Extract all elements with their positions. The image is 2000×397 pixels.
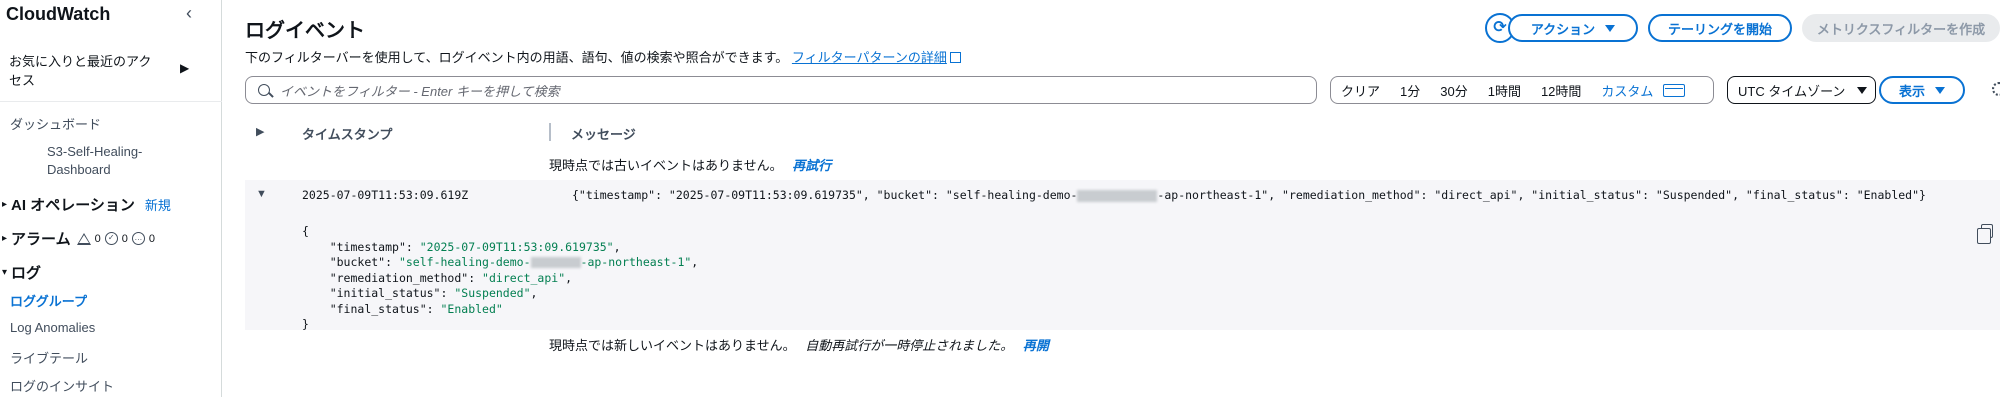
new-badge: 新規 xyxy=(144,198,171,213)
older-events-status: 現時点では古いイベントはありません。 再試行 xyxy=(549,155,831,174)
range-1m[interactable]: 1分 xyxy=(1390,81,1430,100)
json-key: "bucket" xyxy=(329,255,386,269)
json-value: "2025-07-09T11:53:09.619735" xyxy=(419,239,614,254)
gear-icon[interactable] xyxy=(1992,82,2000,96)
side-navigation: CloudWatch ‹ お気に入りと最近のアクセス ▶ ダッシュボード S3-… xyxy=(0,0,222,397)
sidebar-section-label: ログ xyxy=(11,265,42,282)
ok-icon: ✓ xyxy=(104,232,118,245)
range-clear[interactable]: クリア xyxy=(1331,81,1390,100)
timezone-select[interactable]: UTC タイムゾーン xyxy=(1727,76,1876,104)
insufficient-data-icon: … xyxy=(131,232,145,245)
column-divider[interactable] xyxy=(549,123,551,141)
json-key: "timestamp" xyxy=(329,239,406,254)
start-tailing-button[interactable]: テーリングを開始 xyxy=(1648,14,1792,42)
event-timestamp: 2025-07-09T11:53:09.619Z xyxy=(302,188,469,202)
chevron-right-icon: ▸ xyxy=(2,199,8,210)
sidebar-item-dashboard-s3[interactable]: S3-Self-Healing-Dashboard xyxy=(47,143,167,179)
search-input[interactable]: イベントをフィルター - Enter キーを押して検索 xyxy=(280,81,560,100)
sidebar-section-label: アラーム xyxy=(11,231,71,248)
message-suffix: -ap-northeast-1", "remediation_method": … xyxy=(1157,188,1926,202)
refresh-icon: ⟳ xyxy=(1493,19,1507,36)
json-value: "Suspended" xyxy=(454,286,531,300)
actions-label: アクション xyxy=(1530,21,1596,37)
external-link-icon xyxy=(949,52,961,63)
caret-down-icon xyxy=(1935,86,1945,94)
divider xyxy=(0,101,222,102)
redacted-region xyxy=(530,257,581,268)
sidebar-section-logs[interactable]: ▾ ログ xyxy=(2,262,41,283)
chevron-down-icon: ▾ xyxy=(2,267,8,278)
alarm-count: 0 xyxy=(94,232,101,245)
event-filter-search[interactable]: イベントをフィルター - Enter キーを押して検索 xyxy=(245,76,1317,104)
json-close: } xyxy=(302,317,309,331)
caret-down-icon xyxy=(1857,86,1868,94)
table-row[interactable]: ▼ 2025-07-09T11:53:09.619Z {"timestamp":… xyxy=(245,180,2000,331)
time-range-selector[interactable]: クリア 1分 30分 1時間 12時間 カスタム xyxy=(1330,76,1714,104)
range-30m[interactable]: 30分 xyxy=(1430,81,1477,100)
display-label: 表示 xyxy=(1898,83,1925,99)
sidebar-section-alarms[interactable]: ▸ アラーム 0 ✓ 0 … 0 xyxy=(2,228,155,249)
json-value: -ap-northeast-1" xyxy=(580,255,692,269)
chevron-right-icon: ▸ xyxy=(2,233,8,244)
sidebar-item-log-groups[interactable]: ロググループ xyxy=(10,291,87,310)
description-text: 下のフィルターバーを使用して、ログイベント内の用語、語句、値の検索や照合ができま… xyxy=(245,50,789,65)
no-newer-events-text: 現時点では新しいイベントはありません。 xyxy=(549,338,796,353)
newer-events-status: 現時点では新しいイベントはありません。 自動再試行が一時停止されました。 再開 xyxy=(549,335,1049,354)
page-title: ログイベント xyxy=(245,20,365,42)
json-key: "initial_status" xyxy=(329,286,441,300)
json-value: "Enabled" xyxy=(440,301,503,316)
json-key: "final_status" xyxy=(329,301,427,316)
json-value: "self-healing-demo- xyxy=(398,255,531,269)
actions-button[interactable]: アクション xyxy=(1508,14,1638,42)
main-content: ログイベント 下のフィルターバーを使用して、ログイベント内の用語、語句、値の検索… xyxy=(222,0,2000,397)
event-message: {"timestamp": "2025-07-09T11:53:09.61973… xyxy=(572,188,1926,202)
page-description: 下のフィルターバーを使用して、ログイベント内の用語、語句、値の検索や照合ができま… xyxy=(245,47,961,66)
sidebar-section-label: AI オペレーション xyxy=(11,197,135,214)
column-timestamp[interactable]: タイムスタンプ xyxy=(302,124,392,143)
redacted-region xyxy=(1077,189,1158,202)
json-value: "direct_api" xyxy=(482,270,566,285)
copy-icon[interactable] xyxy=(1977,224,1993,244)
alarm-counts: 0 ✓ 0 … 0 xyxy=(76,232,155,245)
range-custom[interactable]: カスタム xyxy=(1591,81,1663,100)
search-icon xyxy=(258,84,270,96)
message-prefix: {"timestamp": "2025-07-09T11:53:09.61973… xyxy=(572,188,1078,202)
timezone-value: UTC タイムゾーン xyxy=(1738,83,1846,99)
retry-link[interactable]: 再試行 xyxy=(792,158,831,173)
warning-icon xyxy=(76,232,91,245)
calendar-icon[interactable] xyxy=(1663,83,1686,97)
sidebar-item-log-insights[interactable]: ログのインサイト xyxy=(10,376,114,395)
table-header: ▶ タイムスタンプ メッセージ xyxy=(245,117,2000,147)
service-title[interactable]: CloudWatch xyxy=(6,4,110,25)
favorites-expand-icon[interactable]: ▶ xyxy=(180,61,189,75)
no-older-events-text: 現時点では古いイベントはありません。 xyxy=(549,158,783,173)
sidebar-item-log-anomalies[interactable]: Log Anomalies xyxy=(10,320,95,335)
sidebar-section-ai-ops[interactable]: ▸ AI オペレーション 新規 xyxy=(2,194,171,215)
resume-link[interactable]: 再開 xyxy=(1023,338,1049,353)
display-button[interactable]: 表示 xyxy=(1879,76,1965,104)
column-message[interactable]: メッセージ xyxy=(571,124,636,143)
favorites-section[interactable]: お気に入りと最近のアクセス xyxy=(9,52,159,90)
range-1h[interactable]: 1時間 xyxy=(1478,81,1531,100)
json-key: "remediation_method" xyxy=(329,270,469,285)
expand-all-icon[interactable]: ▶ xyxy=(256,125,264,138)
collapse-nav-icon[interactable]: ‹ xyxy=(186,3,202,23)
sidebar-item-dashboards[interactable]: ダッシュボード xyxy=(10,114,101,133)
sidebar-item-live-tail[interactable]: ライブテール xyxy=(10,348,88,367)
auto-retry-paused-text: 自動再試行が一時停止されました。 xyxy=(805,338,1014,353)
ok-count: 0 xyxy=(121,232,128,245)
filter-pattern-link[interactable]: フィルターパターンの詳細 xyxy=(792,50,947,65)
collapse-row-icon[interactable]: ▼ xyxy=(256,188,267,200)
insufficient-count: 0 xyxy=(148,232,155,245)
range-12h[interactable]: 12時間 xyxy=(1531,81,1591,100)
create-metric-filter-button[interactable]: メトリクスフィルターを作成 xyxy=(1802,14,2000,42)
caret-down-icon xyxy=(1605,24,1616,32)
expanded-json: { "timestamp": "2025-07-09T11:53:09.6197… xyxy=(302,224,699,331)
json-open: { xyxy=(302,224,309,238)
